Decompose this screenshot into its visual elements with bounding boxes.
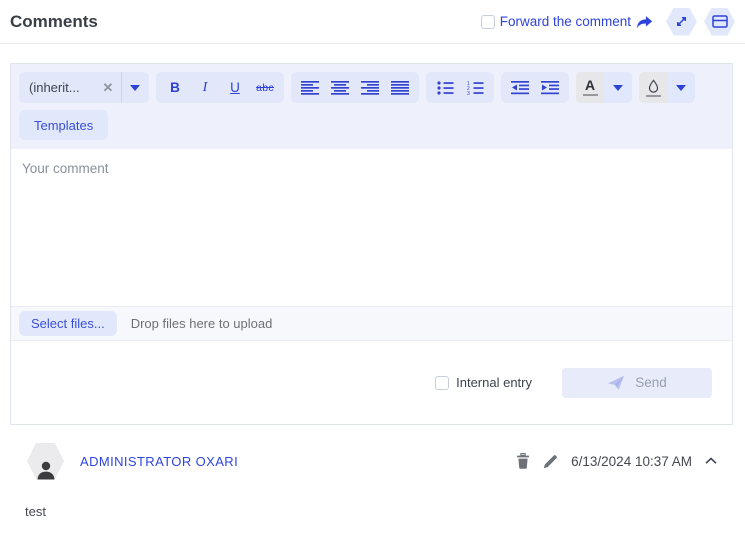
indent-group [501, 72, 569, 103]
text-color-button[interactable]: A [576, 72, 604, 103]
align-left-button[interactable] [295, 72, 325, 103]
background-color-dropdown[interactable] [667, 72, 695, 103]
comment-timestamp: 6/13/2024 10:37 AM [571, 454, 692, 469]
bold-button[interactable]: B [160, 72, 190, 103]
internal-entry-checkbox[interactable] [435, 376, 449, 390]
editor-footer: Internal entry Send [11, 341, 732, 424]
font-dropdown-button[interactable] [122, 72, 148, 103]
toolbar-row-1: (inherit... ✕ B I U abc [19, 72, 724, 103]
header-actions: Forward the comment [481, 8, 735, 36]
indent-icon [541, 81, 559, 95]
expand-icon [674, 14, 689, 29]
align-center-button[interactable] [325, 72, 355, 103]
editor-toolbar: (inherit... ✕ B I U abc [11, 64, 732, 149]
person-silhouette-icon [35, 459, 57, 480]
current-text-color-bar [583, 94, 598, 96]
strikethrough-button[interactable]: abc [250, 72, 280, 103]
background-color-split-button [639, 72, 695, 103]
outdent-icon [511, 81, 529, 95]
paper-plane-icon [607, 375, 625, 391]
list-group: 123 [426, 72, 494, 103]
align-justify-icon [391, 81, 409, 95]
comment-entry-header: ADMINISTRATOR OXARI 6/13/2024 10:37 AM [27, 442, 717, 480]
forward-comment-control[interactable]: Forward the comment [481, 14, 653, 29]
chevron-up-icon [705, 457, 717, 465]
comment-body-text: test [25, 504, 46, 519]
format-group: B I U abc [156, 72, 284, 103]
bullet-list-icon [437, 81, 454, 95]
comments-header: Comments Forward the comment [0, 0, 745, 44]
send-button[interactable]: Send [562, 368, 712, 398]
align-center-icon [331, 81, 349, 95]
text-color-icon: A [585, 79, 595, 92]
svg-text:3: 3 [467, 91, 470, 95]
comment-editor-panel: (inherit... ✕ B I U abc [10, 63, 733, 425]
background-color-button[interactable] [639, 72, 667, 103]
comment-placeholder: Your comment [22, 161, 109, 176]
chevron-down-icon [613, 85, 623, 91]
numbered-list-icon: 123 [467, 81, 484, 95]
drop-files-label: Drop files here to upload [131, 316, 273, 331]
outdent-button[interactable] [505, 72, 535, 103]
chevron-down-icon [676, 85, 686, 91]
droplet-icon [647, 79, 660, 93]
expand-button[interactable] [666, 8, 697, 36]
page-title: Comments [10, 12, 481, 32]
toolbar-row-2: Templates [19, 110, 724, 140]
font-select-value: (inherit... [19, 80, 95, 95]
templates-button[interactable]: Templates [19, 110, 108, 140]
edit-comment-button[interactable] [543, 454, 558, 469]
internal-entry-control[interactable]: Internal entry [435, 375, 532, 390]
collapse-comment-button[interactable] [705, 457, 717, 465]
chevron-down-icon [130, 85, 140, 91]
align-left-icon [301, 81, 319, 95]
text-color-split-button: A [576, 72, 632, 103]
forward-checkbox[interactable] [481, 15, 495, 29]
align-group [291, 72, 419, 103]
select-files-button[interactable]: Select files... [19, 311, 117, 336]
comment-actions: 6/13/2024 10:37 AM [516, 453, 717, 469]
underline-button[interactable]: U [220, 72, 250, 103]
forward-label: Forward the comment [500, 14, 631, 29]
align-justify-button[interactable] [385, 72, 415, 103]
delete-comment-button[interactable] [516, 453, 530, 469]
current-background-color-bar [646, 95, 661, 97]
trash-icon [516, 453, 530, 469]
align-right-icon [361, 81, 379, 95]
indent-button[interactable] [535, 72, 565, 103]
text-color-dropdown[interactable] [604, 72, 632, 103]
send-label: Send [635, 375, 667, 390]
split-panel-icon [712, 14, 728, 29]
layout-toggle-button[interactable] [704, 8, 735, 36]
align-right-button[interactable] [355, 72, 385, 103]
comment-input-area[interactable]: Your comment [11, 149, 732, 306]
internal-entry-label: Internal entry [456, 375, 532, 390]
numbered-list-button[interactable]: 123 [460, 72, 490, 103]
italic-button[interactable]: I [190, 72, 220, 103]
forward-arrow-icon [636, 15, 653, 29]
file-upload-bar[interactable]: Select files... Drop files here to uploa… [11, 306, 732, 341]
font-select[interactable]: (inherit... ✕ [19, 72, 149, 103]
bullet-list-button[interactable] [430, 72, 460, 103]
comment-author-link[interactable]: ADMINISTRATOR OXARI [80, 454, 238, 469]
pencil-icon [543, 454, 558, 469]
font-clear-icon[interactable]: ✕ [95, 80, 121, 96]
avatar [27, 443, 64, 480]
